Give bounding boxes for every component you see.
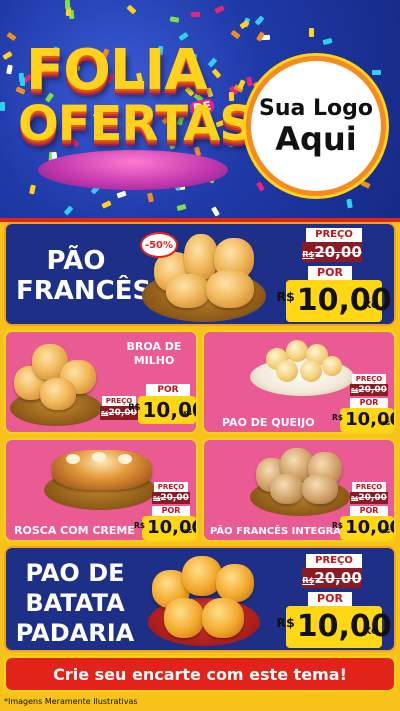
confetti-piece	[237, 79, 246, 90]
confetti-piece	[211, 206, 220, 217]
product-name: ROSCA COM CREME	[14, 524, 135, 537]
product-name-line2: MILHO	[133, 354, 175, 367]
sale-price-currency: R$	[276, 288, 295, 304]
sale-price-currency: R$	[332, 520, 344, 530]
sale-price-unit: KG	[183, 411, 192, 417]
old-price-value: 20,00	[314, 243, 362, 261]
confetti-piece	[214, 5, 225, 14]
confetti-piece	[116, 190, 127, 199]
product-name-line1: BROA DE	[126, 340, 182, 353]
product-name-line2: BATATA	[25, 589, 125, 617]
sale-price-currency: R$	[332, 412, 344, 422]
confetti-piece	[246, 76, 253, 87]
por-label: POR	[152, 506, 190, 516]
por-label: POR	[146, 384, 190, 396]
por-label: POR	[350, 506, 388, 516]
old-price: R$20,00	[350, 384, 388, 396]
product-name-line1: PAO DE	[25, 559, 125, 587]
por-label: POR	[350, 398, 388, 408]
product-card-rosca-com-creme: ROSCA COM CREME PREÇO R$20,00 POR R$ 10,0…	[4, 438, 198, 542]
discount-badge: -50%	[140, 232, 178, 258]
preco-label: PREÇO	[306, 554, 362, 568]
confetti-piece	[322, 37, 333, 46]
product-card-pao-frances-integral: PÃO FRANCÊS INTEGRAL PREÇO R$20,00 POR R…	[202, 438, 396, 542]
confetti-piece	[64, 0, 71, 10]
product-name-line1: PÃO	[46, 246, 106, 276]
confetti-piece	[371, 69, 382, 76]
confetti-piece	[254, 15, 265, 26]
header-banner: FOLIA DE OFERTAS Sua Logo Aqui	[0, 0, 400, 218]
product-card-pao-de-queijo: PAO DE QUEIJO PREÇO R$20,00 POR R$10,00K…	[202, 330, 396, 434]
product-name: BROA DE MILHO	[114, 340, 194, 368]
title-line2: OFERTAS	[18, 96, 254, 152]
confetti-piece	[126, 4, 137, 15]
product-card-pao-frances: PÃO FRANCÊS -50% PREÇO R$20,00 POR R$ 10,…	[4, 222, 396, 326]
product-name: PAO DE QUEIJO	[222, 416, 315, 429]
product-name: PÃO FRANCÊS	[16, 246, 152, 306]
old-price: R$20,00	[302, 568, 362, 588]
product-name-line2: FRANCÊS	[16, 276, 152, 306]
preco-label: PREÇO	[306, 228, 362, 242]
confetti-piece	[2, 50, 13, 61]
old-price: R$20,00	[350, 492, 388, 504]
confetti-piece	[176, 203, 187, 212]
sale-price-unit: KG	[364, 626, 378, 636]
preco-label: PREÇO	[154, 482, 188, 492]
logo-line2: Aqui	[275, 119, 357, 158]
sale-price: R$10,00KG	[276, 606, 392, 648]
footnote-disclaimer: *Imagens Meramente Ilustrativas	[4, 697, 138, 706]
confetti-piece	[6, 64, 13, 75]
flyer-page: FOLIA DE OFERTAS Sua Logo Aqui PÃO FRANC…	[0, 0, 400, 711]
old-price: R$20,00	[152, 492, 190, 504]
confetti-piece	[146, 192, 155, 203]
preco-label: PREÇO	[352, 374, 386, 384]
confetti-piece	[63, 205, 74, 216]
product-card-pao-de-batata: PAO DE BATATA PADARIA PREÇO R$20,00 POR …	[4, 546, 396, 652]
product-name: PÃO FRANCÊS INTEGRAL	[210, 526, 348, 537]
confetti-piece	[101, 200, 112, 209]
product-card-broa-de-milho: BROA DE MILHO PREÇO R$20,00 POR R$10,00K…	[4, 330, 198, 434]
confetti-piece	[169, 16, 180, 23]
product-name-line3: PADARIA	[15, 619, 135, 647]
confetti-piece	[0, 102, 5, 111]
sale-price: R$10,00KG	[332, 408, 394, 432]
confetti-piece	[360, 180, 371, 189]
confetti-piece	[309, 28, 314, 37]
product-name: PAO DE BATATA PADARIA	[10, 558, 140, 648]
por-label: POR	[308, 266, 352, 280]
old-price-value: 20,00	[160, 493, 189, 503]
sale-price-unit: KG	[381, 421, 390, 427]
title-podium-icon	[38, 150, 228, 190]
sale-price-unit: KG	[381, 529, 390, 535]
cta-banner[interactable]: Crie seu encarte com este tema!	[4, 656, 396, 692]
title-line1: FOLIA	[26, 38, 208, 103]
old-price-value: 20,00	[314, 569, 362, 587]
old-price: R$20,00	[302, 242, 362, 262]
old-price-value: 20,00	[358, 385, 387, 395]
confetti-piece	[190, 11, 201, 18]
sale-price-unit: KG	[183, 529, 192, 535]
confetti-piece	[346, 198, 353, 209]
por-label: POR	[308, 592, 352, 606]
sale-price: R$10,00KG	[332, 516, 394, 540]
confetti-piece	[256, 181, 265, 192]
sale-price-currency: R$	[134, 520, 146, 530]
sale-price-currency: R$	[276, 614, 295, 630]
sale-price-currency: R$	[128, 402, 141, 413]
logo-placeholder: Sua Logo Aqui	[246, 56, 386, 196]
promo-title: FOLIA DE OFERTAS	[18, 38, 254, 190]
confetti-piece	[6, 31, 17, 42]
old-price-value: 20,00	[358, 493, 387, 503]
old-price-currency: R$	[302, 249, 315, 259]
preco-label: PREÇO	[352, 482, 386, 492]
sale-price: R$10,00KG	[134, 516, 196, 540]
sale-price: R$10,00KG	[276, 280, 392, 322]
logo-line1: Sua Logo	[258, 95, 373, 121]
old-price-currency: R$	[302, 575, 315, 585]
sale-price: R$10,00KG	[128, 396, 196, 424]
confetti-piece	[239, 19, 250, 30]
sale-price-unit: KG	[364, 300, 378, 310]
